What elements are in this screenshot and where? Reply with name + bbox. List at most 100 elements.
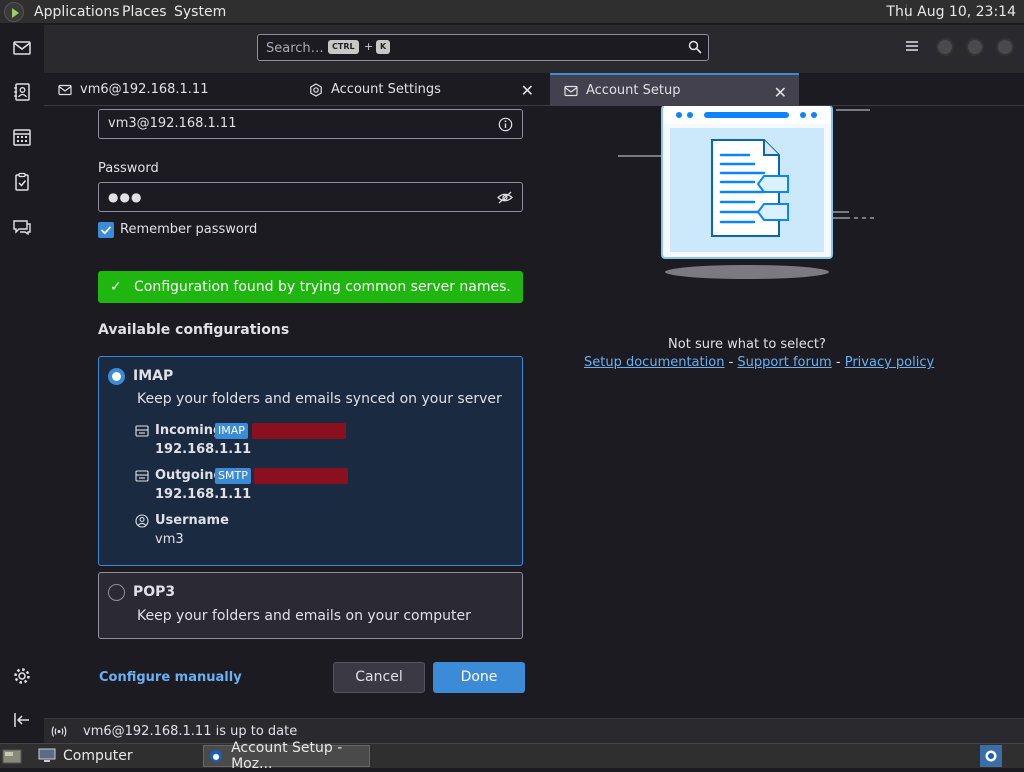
pop3-title: POP3 (133, 584, 176, 600)
username-value: vm3 (155, 532, 184, 547)
setup-illustration (618, 106, 874, 279)
tasks-icon (15, 172, 29, 191)
pop3-config-option[interactable]: POP3 Keep your folders and emails on you… (98, 572, 523, 639)
link-separator: - (728, 355, 734, 370)
imap-radio[interactable] (108, 368, 125, 385)
outgoing-protocol-badge: SMTP (215, 468, 251, 484)
settings-button[interactable] (10, 664, 34, 688)
tray-app-icon (985, 750, 997, 762)
outgoing-server-icon (135, 470, 149, 482)
show-desktop-button[interactable] (2, 745, 22, 767)
outgoing-server-row: Outgoing SMTP 192.168.1.11 (135, 468, 515, 504)
imap-config-option[interactable]: IMAP Keep your folders and emails synced… (98, 356, 523, 566)
privacy-policy-link[interactable]: Privacy policy (845, 355, 934, 370)
close-window-button[interactable] (996, 38, 1014, 56)
maximize-button[interactable] (966, 38, 984, 56)
space-mail-button[interactable] (10, 36, 34, 60)
space-tasks-button[interactable] (10, 170, 34, 194)
incoming-label: Incoming (155, 423, 223, 438)
collapse-icon (14, 713, 29, 727)
tab-account-settings[interactable]: Account Settings ✕ (295, 73, 546, 106)
minimize-button[interactable] (936, 38, 954, 56)
online-status-icon[interactable] (51, 725, 67, 738)
space-chat-button[interactable] (10, 215, 34, 239)
chat-icon (13, 220, 31, 236)
show-desktop-icon (2, 749, 22, 764)
tab-bar: vm6@192.168.1.11 Account Settings ✕ Acco… (44, 73, 1024, 106)
address-book-icon (14, 83, 30, 101)
system-panel: Applications Places System Thu Aug 10, 2… (0, 0, 1024, 24)
taskbar-account-setup-window[interactable]: Account Setup - Moz... (203, 740, 370, 772)
global-search-input[interactable]: Search… CTRL + K (257, 34, 709, 61)
status-bar: vm6@192.168.1.11 is up to date (44, 718, 1024, 743)
remember-password-checkbox[interactable] (98, 222, 114, 238)
setup-documentation-link[interactable]: Setup documentation (584, 355, 724, 370)
mail-icon (58, 84, 72, 95)
space-calendar-button[interactable] (10, 125, 34, 149)
incoming-host: 192.168.1.11 (155, 442, 252, 457)
help-question: Not sure what to select? (668, 337, 826, 352)
link-separator: - (835, 355, 841, 370)
username-row: Username vm3 (135, 513, 515, 549)
tab-account-setup[interactable]: Account Setup ✕ (550, 73, 799, 106)
incoming-server-icon (135, 425, 149, 437)
password-field[interactable]: ●●● (98, 182, 523, 212)
pop3-description: Keep your folders and emails on your com… (137, 608, 471, 624)
done-button[interactable]: Done (433, 662, 525, 693)
password-label: Password (98, 161, 159, 176)
menu-system[interactable]: System (174, 4, 226, 20)
shortcut-plus: + (364, 40, 374, 53)
hide-password-icon[interactable] (497, 190, 513, 205)
collapse-spaces-button[interactable] (10, 708, 34, 732)
mail-setup-icon (564, 85, 578, 96)
email-field[interactable]: vm3@192.168.1.11 (98, 109, 523, 139)
help-links: Setup documentation - Support forum - Pr… (584, 355, 934, 370)
tab-label: Account Settings (331, 82, 441, 97)
tab-label: vm6@192.168.1.11 (80, 82, 209, 97)
gear-icon (310, 82, 322, 97)
imap-description: Keep your folders and emails synced on y… (137, 391, 502, 407)
calendar-icon (13, 129, 31, 146)
remember-password-label[interactable]: Remember password (120, 222, 257, 237)
computer-icon (38, 748, 56, 762)
search-icon (688, 40, 702, 54)
email-value: vm3@192.168.1.11 (108, 116, 237, 131)
check-icon: ✓ (110, 279, 122, 295)
pop3-radio[interactable] (108, 584, 125, 601)
taskbar: Computer Account Setup - Moz... (0, 740, 1024, 772)
mail-icon (13, 41, 31, 55)
distro-logo-icon[interactable] (4, 2, 24, 22)
taskbar-computer[interactable]: Computer (38, 745, 158, 767)
space-address-book-button[interactable] (10, 80, 34, 104)
taskbar-window-label: Account Setup - Moz... (231, 740, 343, 772)
outgoing-label: Outgoing (155, 468, 223, 483)
clock[interactable]: Thu Aug 10, 23:14 (886, 4, 1016, 20)
thunderbird-icon (209, 749, 223, 763)
configure-manually-link[interactable]: Configure manually (99, 670, 242, 685)
tab-label: Account Setup (586, 83, 681, 98)
app-menu-icon[interactable] (904, 39, 920, 53)
incoming-security-badge (252, 423, 346, 439)
username-label: Username (155, 513, 229, 528)
menu-applications[interactable]: Applications (34, 4, 120, 20)
account-setup-page: vm3@192.168.1.11 Password ●●● Remember p… (44, 106, 1024, 718)
password-value: ●●● (108, 190, 143, 204)
incoming-server-row: Incoming IMAP 192.168.1.11 (135, 423, 515, 459)
tray-thunderbird[interactable] (980, 745, 1002, 767)
menu-places[interactable]: Places (122, 4, 167, 20)
shortcut-key-ctrl: CTRL (328, 40, 359, 54)
status-text: vm6@192.168.1.11 is up to date (83, 724, 298, 739)
config-found-notification: ✓ Configuration found by trying common s… (98, 271, 523, 303)
outgoing-security-badge (254, 468, 348, 484)
spaces-toolbar (0, 25, 44, 743)
checkmark-icon (100, 226, 112, 235)
outgoing-host: 192.168.1.11 (155, 487, 252, 502)
tab-close-icon[interactable]: ✕ (774, 83, 787, 102)
tab-mail[interactable]: vm6@192.168.1.11 (44, 73, 295, 106)
info-icon[interactable] (498, 117, 513, 132)
search-placeholder: Search… (266, 41, 324, 56)
cancel-button[interactable]: Cancel (333, 662, 425, 693)
tab-close-icon[interactable]: ✕ (521, 81, 534, 100)
support-forum-link[interactable]: Support forum (737, 355, 831, 370)
incoming-protocol-badge: IMAP (215, 423, 248, 439)
